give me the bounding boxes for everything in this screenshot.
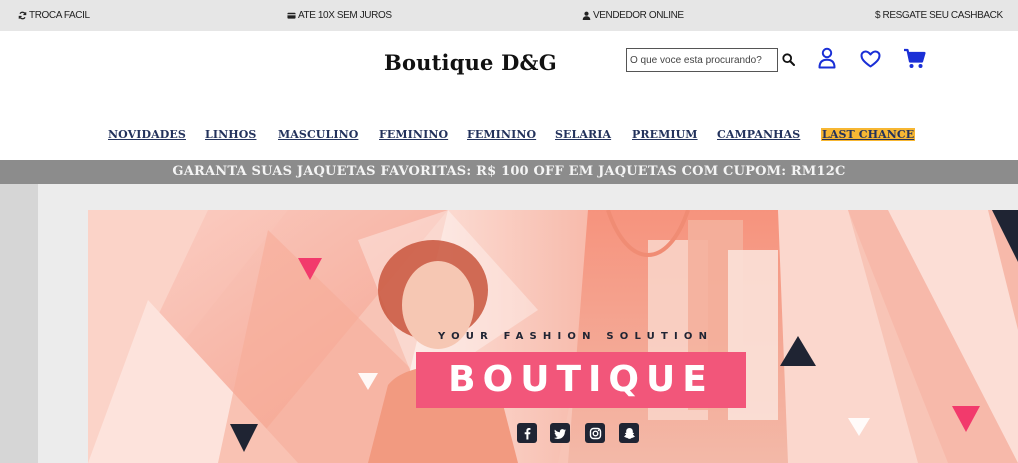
refresh-icon <box>18 11 27 20</box>
installments-label: ATE 10X SEM JUROS <box>298 10 392 21</box>
nav-masculino[interactable]: MASCULINO <box>278 128 358 141</box>
nav-novidades[interactable]: NOVIDADES <box>108 128 186 141</box>
left-gutter <box>0 184 38 463</box>
cashback-info[interactable]: $ RESGATE SEU CASHBACK <box>875 0 1003 31</box>
nav-premium[interactable]: PREMIUM <box>632 128 698 141</box>
cart-icon[interactable] <box>903 48 927 69</box>
instagram-icon[interactable] <box>585 423 605 443</box>
search-input[interactable] <box>626 48 778 72</box>
nav-last-chance[interactable]: LAST CHANCE <box>821 128 916 141</box>
cashback-label: $ RESGATE SEU CASHBACK <box>875 10 1003 21</box>
facebook-icon[interactable] <box>517 423 537 443</box>
promo-banner[interactable]: GARANTA SUAS JAQUETAS FAVORITAS: R$ 100 … <box>0 160 1018 184</box>
top-info-bar: TROCA FACIL ATE 10X SEM JUROS VENDEDOR O… <box>0 0 1018 31</box>
nav-campanhas[interactable]: CAMPANHAS <box>717 128 800 141</box>
hero-title: BOUTIQUE <box>448 359 714 400</box>
user-icon <box>582 11 591 20</box>
seller-label: VENDEDOR ONLINE <box>593 10 684 21</box>
nav-selaria[interactable]: SELARIA <box>555 128 611 141</box>
heart-icon[interactable] <box>860 50 881 68</box>
seller-info[interactable]: VENDEDOR ONLINE <box>582 0 684 31</box>
nav-feminino[interactable]: FEMININO <box>379 128 448 141</box>
hero-tagline: YOUR FASHION SOLUTION <box>438 331 714 342</box>
hero-banner[interactable]: YOUR FASHION SOLUTION BOUTIQUE <box>88 210 1018 463</box>
main-nav: NOVIDADES LINHOS MASCULINO FEMININO FEMI… <box>0 128 1018 146</box>
credit-card-icon <box>287 12 296 19</box>
brand-logo[interactable]: Boutique D&G <box>384 50 557 75</box>
nav-linhos[interactable]: LINHOS <box>205 128 256 141</box>
account-icon[interactable] <box>818 47 836 69</box>
installments-info[interactable]: ATE 10X SEM JUROS <box>287 0 392 31</box>
snapchat-icon[interactable] <box>619 423 639 443</box>
search-icon[interactable] <box>782 53 795 66</box>
exchange-label: TROCA FACIL <box>29 10 90 21</box>
exchange-info[interactable]: TROCA FACIL <box>18 0 90 31</box>
nav-feminino-2[interactable]: FEMININO <box>467 128 536 141</box>
twitter-icon[interactable] <box>550 423 570 443</box>
